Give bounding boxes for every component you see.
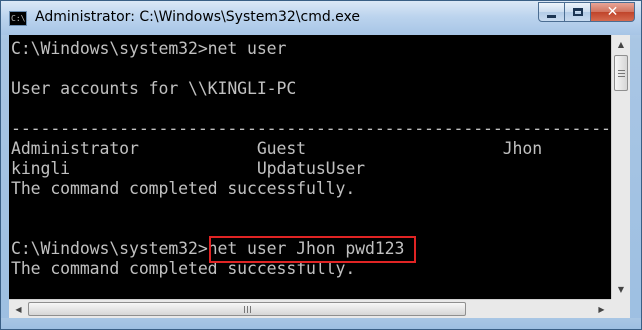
window-frame-bottom	[1, 318, 641, 329]
close-button[interactable]: ✕	[591, 2, 635, 22]
console-line: User accounts for \\KINGLI-PC	[11, 79, 297, 98]
horizontal-scroll-thumb[interactable]	[28, 302, 466, 316]
maximize-button[interactable]	[565, 2, 591, 22]
minimize-icon	[547, 14, 556, 18]
minimize-button[interactable]	[538, 2, 565, 22]
cmd-app-icon[interactable]: C:\.	[9, 11, 30, 26]
highlighted-command-box	[209, 236, 416, 263]
window-controls: ✕	[538, 2, 635, 23]
console-line: kingli UpdatusUser	[11, 159, 366, 178]
vertical-scroll-thumb[interactable]	[614, 55, 628, 91]
scroll-right-arrow-icon[interactable]: ▶	[593, 300, 610, 318]
scroll-down-arrow-icon[interactable]: ▼	[612, 281, 630, 298]
console-separator-line: ----------------------------------------…	[11, 119, 611, 138]
console-line: C:\Windows\system32>net user	[11, 39, 287, 58]
console-line: The command completed successfully.	[11, 179, 356, 198]
scroll-left-arrow-icon[interactable]: ◀	[10, 300, 27, 318]
cmd-window: C:\. Administrator: C:\Windows\System32\…	[0, 0, 642, 330]
vertical-scrollbar[interactable]: ▲ ▼	[611, 35, 630, 299]
maximize-icon	[572, 8, 583, 16]
horizontal-scrollbar[interactable]: ◀ ▶	[9, 299, 611, 318]
close-icon: ✕	[606, 4, 619, 20]
title-bar[interactable]: C:\. Administrator: C:\Windows\System32\…	[1, 1, 641, 35]
console-line: Administrator Guest Jhon	[11, 139, 543, 158]
scroll-up-arrow-icon[interactable]: ▲	[612, 36, 630, 53]
window-title: Administrator: C:\Windows\System32\cmd.e…	[35, 9, 361, 25]
scrollbar-corner	[611, 299, 630, 318]
console-output[interactable]: C:\Windows\system32>net user User accoun…	[9, 35, 611, 299]
